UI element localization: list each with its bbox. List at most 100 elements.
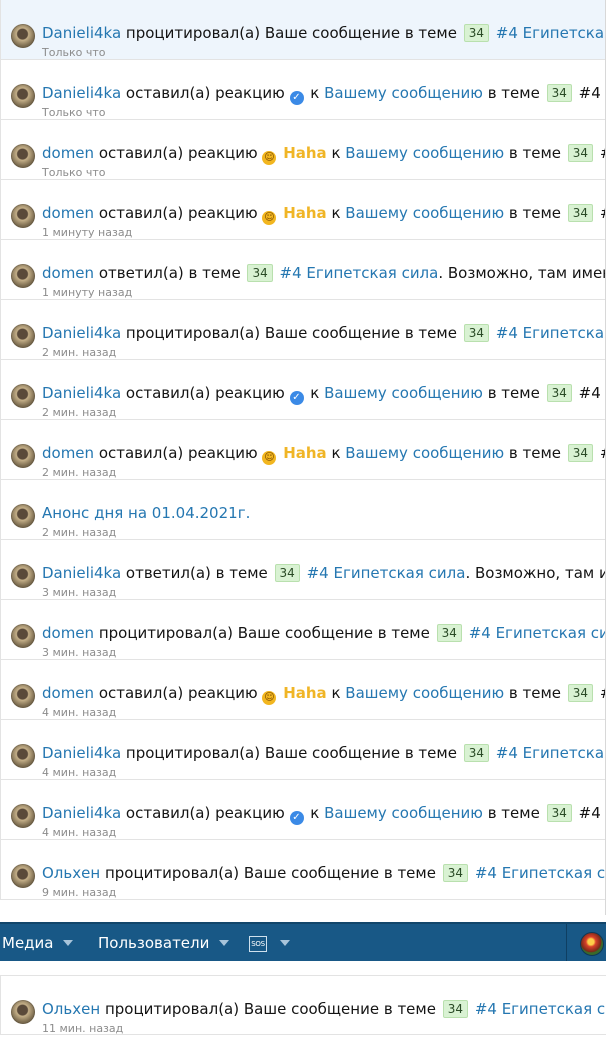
avatar[interactable] — [11, 564, 35, 588]
alert-item[interactable]: Danieli4ka процитировал(а) Ваше сообщени… — [0, 720, 605, 780]
message-link[interactable]: Вашему сообщению — [345, 144, 504, 162]
message-link[interactable]: Вашему сообщению — [324, 84, 483, 102]
username-link[interactable]: Danieli4ka — [42, 384, 121, 402]
username-link[interactable]: Ольхен — [42, 1000, 100, 1018]
prefix-badge: 34 — [567, 204, 594, 222]
alert-item[interactable]: Ольхен процитировал(а) Ваше сообщение в … — [0, 840, 605, 900]
alert-item[interactable]: domen процитировал(а) Ваше сообщение в т… — [0, 600, 605, 660]
username-link[interactable]: Danieli4ka — [42, 84, 121, 102]
to-text: к — [331, 144, 341, 162]
to-text: к — [331, 684, 341, 702]
in-topic-text: в теме — [508, 444, 561, 462]
username-link[interactable]: domen — [42, 144, 94, 162]
chevron-down-icon[interactable] — [280, 940, 290, 946]
alert-item[interactable]: Danieli4ka процитировал(а) Ваше сообщени… — [0, 0, 605, 60]
avatar[interactable] — [11, 684, 35, 708]
action-text: оставил(а) реакцию — [125, 384, 285, 402]
timestamp: 4 мин. назад — [42, 766, 117, 779]
alert-item[interactable]: domen ответил(а) в теме 34 #4 Египетская… — [0, 240, 605, 300]
username-link[interactable]: Danieli4ka — [42, 744, 121, 762]
username-link[interactable]: Danieli4ka — [42, 564, 121, 582]
topic-link[interactable]: #4 Египетская сила — [475, 864, 605, 882]
prefix-badge: 34 — [463, 324, 490, 342]
alert-text: Анонс дня на 01.04.2021г. — [42, 504, 250, 522]
alert-text: Danieli4ka процитировал(а) Ваше сообщени… — [42, 744, 605, 762]
avatar[interactable] — [11, 864, 35, 888]
message-link[interactable]: Вашему сообщению — [324, 384, 483, 402]
prefix-badge: 34 — [463, 744, 490, 762]
username-link[interactable]: domen — [42, 264, 94, 282]
topic-link[interactable]: #4 Египетская сила — [280, 264, 439, 282]
alert-item[interactable]: domen оставил(а) реакцию ☺ Haha к Вашему… — [0, 180, 605, 240]
chevron-down-icon[interactable] — [219, 940, 230, 946]
chevron-down-icon[interactable] — [63, 940, 74, 946]
avatar[interactable] — [11, 804, 35, 828]
like-icon: ✓ — [289, 91, 304, 105]
alert-item[interactable]: Danieli4ka ответил(а) в теме 34 #4 Египе… — [0, 540, 605, 600]
message-link[interactable]: Вашему сообщению — [345, 204, 504, 222]
avatar[interactable] — [11, 744, 35, 768]
topic-link[interactable]: #4 Египетская сила — [469, 624, 605, 642]
nav-media[interactable]: Медиа — [2, 934, 74, 952]
sos-icon[interactable]: SOS — [249, 936, 267, 952]
alert-item[interactable]: domen оставил(а) реакцию ☺ Haha к Вашему… — [0, 120, 605, 180]
username-link[interactable]: Danieli4ka — [42, 804, 121, 822]
to-text: к — [310, 804, 320, 822]
avatar[interactable] — [11, 504, 35, 528]
username-link[interactable]: Ольхен — [42, 864, 100, 882]
topic-link[interactable]: #4 Египетская сила — [496, 324, 605, 342]
avatar[interactable] — [11, 24, 35, 48]
message-link[interactable]: Вашему сообщению — [345, 684, 504, 702]
laugh-icon: ☺ — [262, 451, 277, 465]
action-text: процитировал(а) Ваше сообщение в теме — [104, 864, 436, 882]
message-link[interactable]: Вашему сообщению — [324, 804, 483, 822]
alert-item[interactable]: domen оставил(а) реакцию ☺ Haha к Вашему… — [0, 660, 605, 720]
nav-sos-dropdown[interactable] — [270, 934, 290, 952]
alert-item[interactable]: Анонс дня на 01.04.2021г. 2 мин. назад — [0, 480, 605, 540]
avatar[interactable] — [11, 264, 35, 288]
alert-item[interactable]: Ольхен процитировал(а) Ваше сообщение в … — [0, 975, 606, 1035]
avatar[interactable] — [11, 204, 35, 228]
topic-link[interactable]: #4 Египетская сила — [307, 564, 466, 582]
reaction-name: Haha — [283, 204, 327, 222]
alert-text: domen процитировал(а) Ваше сообщение в т… — [42, 624, 605, 642]
username-link[interactable]: domen — [42, 624, 94, 642]
topic-link[interactable]: #4 Египетская сила — [496, 24, 605, 42]
alert-item[interactable]: Danieli4ka оставил(а) реакцию ✓ к Вашему… — [0, 360, 605, 420]
avatar[interactable] — [11, 624, 35, 648]
prefix-badge: 34 — [442, 1000, 469, 1018]
alert-item[interactable]: Danieli4ka оставил(а) реакцию ✓ к Вашему… — [0, 780, 605, 840]
avatar[interactable] — [11, 444, 35, 468]
alert-text: Danieli4ka процитировал(а) Ваше сообщени… — [42, 24, 605, 42]
username-link[interactable]: domen — [42, 204, 94, 222]
laugh-icon: ☺ — [262, 151, 277, 165]
topic-link[interactable]: #4 Египетская сила — [475, 1000, 606, 1018]
avatar[interactable] — [11, 384, 35, 408]
user-avatar[interactable] — [580, 932, 604, 956]
username-link[interactable]: domen — [42, 444, 94, 462]
timestamp: 2 мин. назад — [42, 406, 117, 419]
avatar[interactable] — [11, 1000, 35, 1024]
action-text: оставил(а) реакцию — [98, 444, 258, 462]
nav-users[interactable]: Пользователи — [98, 934, 230, 952]
avatar[interactable] — [11, 324, 35, 348]
alert-item[interactable]: Danieli4ka процитировал(а) Ваше сообщени… — [0, 300, 605, 360]
message-link[interactable]: Вашему сообщению — [345, 444, 504, 462]
alert-item[interactable]: Danieli4ka оставил(а) реакцию ✓ к Вашему… — [0, 60, 605, 120]
username-link[interactable]: Danieli4ka — [42, 324, 121, 342]
username-link[interactable]: Danieli4ka — [42, 24, 121, 42]
action-text: процитировал(а) Ваше сообщение в теме — [125, 324, 457, 342]
timestamp: 4 мин. назад — [42, 826, 117, 839]
username-link[interactable]: domen — [42, 684, 94, 702]
avatar[interactable] — [11, 84, 35, 108]
alert-text: domen оставил(а) реакцию ☺ Haha к Вашему… — [42, 204, 605, 225]
announcement-link[interactable]: Анонс дня на 01.04.2021г. — [42, 504, 250, 522]
alerts-feed-continued: Ольхен процитировал(а) Ваше сообщение в … — [0, 975, 606, 1035]
avatar[interactable] — [11, 144, 35, 168]
topic-text: #4 Египетская сила — [578, 804, 605, 822]
timestamp: Только что — [42, 166, 106, 179]
topic-link[interactable]: #4 Египетская сила — [496, 744, 605, 762]
prefix-badge: 34 — [546, 804, 572, 822]
alert-item[interactable]: domen оставил(а) реакцию ☺ Haha к Вашему… — [0, 420, 605, 480]
reaction-name: Haha — [283, 684, 327, 702]
